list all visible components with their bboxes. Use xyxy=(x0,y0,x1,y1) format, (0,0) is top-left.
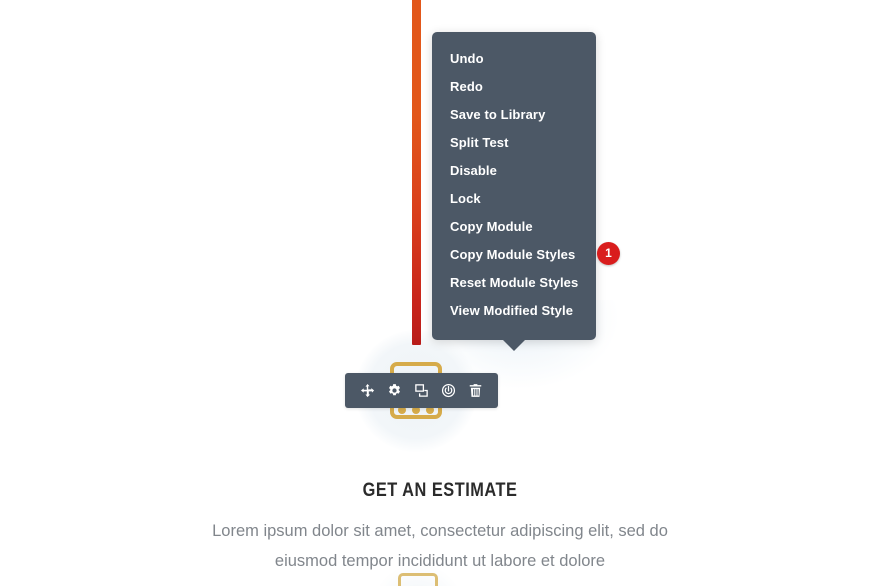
duplicate-icon[interactable] xyxy=(408,373,435,408)
menu-item-lock[interactable]: Lock xyxy=(432,184,596,212)
module-right-click-menu: Undo Redo Save to Library Split Test Dis… xyxy=(432,32,620,351)
menu-item-copy-module[interactable]: Copy Module xyxy=(432,212,596,240)
builder-canvas: Undo Redo Save to Library Split Test Dis… xyxy=(0,0,880,586)
menu-item-label: Reset Module Styles xyxy=(450,274,579,290)
menu-item-disable[interactable]: Disable xyxy=(432,156,596,184)
menu-item-split-test[interactable]: Split Test xyxy=(432,128,596,156)
menu-item-label: View Modified Style xyxy=(450,302,574,318)
move-icon[interactable] xyxy=(354,373,381,408)
menu-item-view-modified-style[interactable]: View Modified Style xyxy=(432,296,596,324)
menu-item-label: Redo xyxy=(450,78,483,94)
menu-item-label: Save to Library xyxy=(450,106,546,122)
menu-item-label: Disable xyxy=(450,162,497,178)
menu-item-copy-module-styles[interactable]: Copy Module Styles 1 xyxy=(432,240,620,268)
next-blurb-module-icon-body xyxy=(398,573,438,586)
menu-item-reset-module-styles[interactable]: Reset Module Styles xyxy=(432,268,596,296)
menu-item-save-to-library[interactable]: Save to Library xyxy=(432,100,596,128)
menu-item-label: Copy Module xyxy=(450,218,533,234)
menu-item-label: Undo xyxy=(450,50,484,66)
menu-item-label: Split Test xyxy=(450,134,509,150)
power-icon[interactable] xyxy=(435,373,462,408)
blurb-title: GET AN ESTIMATE xyxy=(362,480,518,501)
menu-item-undo[interactable]: Undo xyxy=(432,44,596,72)
menu-item-redo[interactable]: Redo xyxy=(432,72,596,100)
gear-icon[interactable] xyxy=(381,373,408,408)
menu-item-label: Copy Module Styles xyxy=(450,246,576,262)
module-action-toolbar xyxy=(345,373,498,408)
menu-item-label: Lock xyxy=(450,190,481,206)
next-blurb-module-icon xyxy=(398,573,438,586)
step-badge-1: 1 xyxy=(597,242,620,265)
trash-icon[interactable] xyxy=(462,373,489,408)
blurb-body-text: Lorem ipsum dolor sit amet, consectetur … xyxy=(212,522,668,570)
row-drag-rail[interactable] xyxy=(412,0,421,345)
menu-pointer-arrow xyxy=(503,340,525,351)
